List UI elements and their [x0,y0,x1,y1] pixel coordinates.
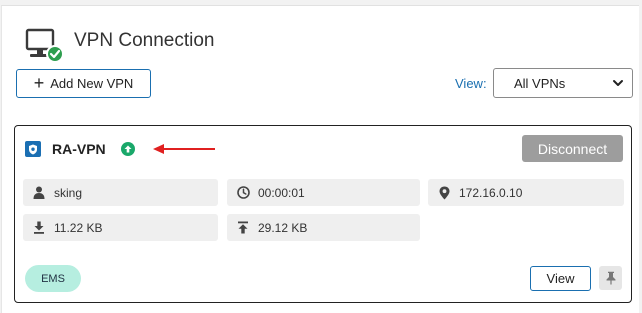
page-title: VPN Connection [74,30,215,51]
vpn-type-icon [25,141,41,157]
ip-field: 172.16.0.10 [428,179,624,206]
disconnect-button[interactable]: Disconnect [522,135,623,162]
duration-value: 00:00:01 [258,185,305,200]
user-icon [32,186,46,200]
computer-shield-icon [24,24,64,64]
view-filter-select[interactable]: All VPNs [493,68,633,98]
upload-icon [236,221,250,235]
annotation-arrow-icon [153,144,215,154]
user-value: sking [54,185,83,200]
view-filter-label: View: [455,76,487,91]
download-icon [32,221,46,235]
add-new-vpn-button[interactable]: + Add New VPN [16,69,151,98]
downloaded-field: 11.22 KB [23,214,218,241]
page-header: VPN Connection [24,24,214,64]
view-connection-button[interactable]: View [530,266,591,291]
user-field: sking [23,179,218,206]
location-pin-icon [437,186,451,200]
duration-field: 00:00:01 [227,179,420,206]
view-filter-value: All VPNs [514,75,566,91]
ip-value: 172.16.0.10 [459,185,523,200]
connected-up-arrow-icon [120,142,135,156]
add-new-vpn-label: Add New VPN [50,76,134,91]
ems-badge: EMS [25,265,81,292]
chevron-down-icon [613,80,623,86]
downloaded-value: 11.22 KB [54,220,103,235]
uploaded-field: 29.12 KB [227,214,420,241]
connection-header: RA-VPN [25,140,135,158]
plus-icon: + [33,72,45,93]
uploaded-value: 29.12 KB [258,220,308,235]
pin-icon[interactable] [599,266,622,290]
connection-name: RA-VPN [52,141,106,157]
clock-icon [236,186,250,200]
vpn-connection-card: RA-VPN Disconnect sking 00:00:01 172.16.… [14,125,632,303]
